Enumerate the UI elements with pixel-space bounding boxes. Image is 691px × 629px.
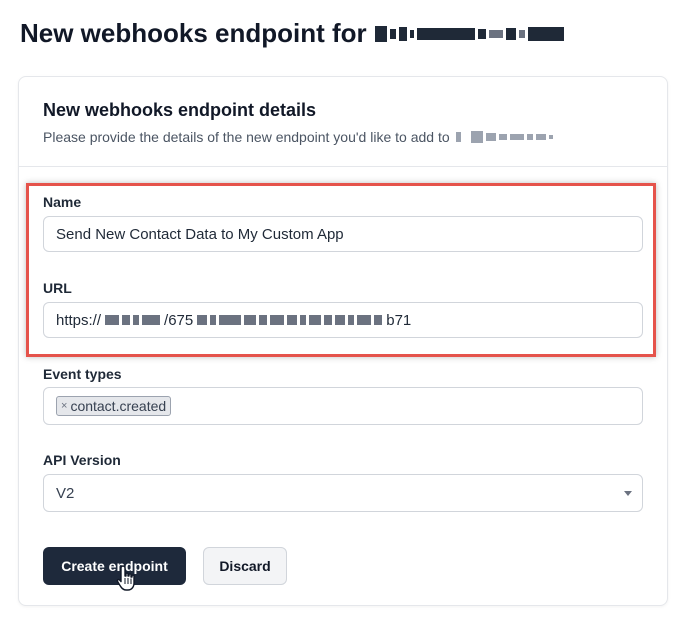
url-input-value: https:// /675 b71 [56,312,411,329]
card-subtitle-text: Please provide the details of the new en… [43,129,450,145]
redacted-url-path [197,315,383,325]
redacted-account-name [374,25,564,42]
url-mid: /675 [164,311,194,329]
discard-button[interactable]: Discard [203,547,287,585]
api-version-label: API Version [43,452,121,468]
url-suffix: b71 [386,311,412,329]
api-version-value: V2 [56,484,75,502]
page-title: New webhooks endpoint for [20,18,564,49]
redacted-url-host [105,315,161,325]
event-types-label: Event types [43,366,122,382]
event-type-tag-label: contact.created [70,398,167,414]
url-prefix: https:// [56,311,102,329]
card-title: New webhooks endpoint details [43,100,317,120]
event-type-tag: × contact.created [56,396,172,416]
name-input[interactable]: Send New Contact Data to My Custom App [43,216,643,252]
page-title-text: New webhooks endpoint for [20,18,367,48]
url-label: URL [43,280,72,296]
card-subtitle: Please provide the details of the new en… [43,129,553,145]
endpoint-form-card: New webhooks endpoint details Please pro… [18,76,668,606]
chevron-down-icon [624,490,632,496]
cursor-hand-icon [116,565,135,591]
url-input[interactable]: https:// /675 b71 [43,302,643,338]
name-label: Name [43,194,82,210]
name-input-value: Send New Contact Data to My Custom App [56,225,344,243]
close-icon[interactable]: × [61,400,67,412]
card-header: New webhooks endpoint details Please pro… [19,77,667,167]
event-types-input[interactable]: × contact.created [43,387,643,425]
redacted-account-name-subtitle [455,131,553,143]
api-version-select[interactable]: V2 [43,474,643,512]
